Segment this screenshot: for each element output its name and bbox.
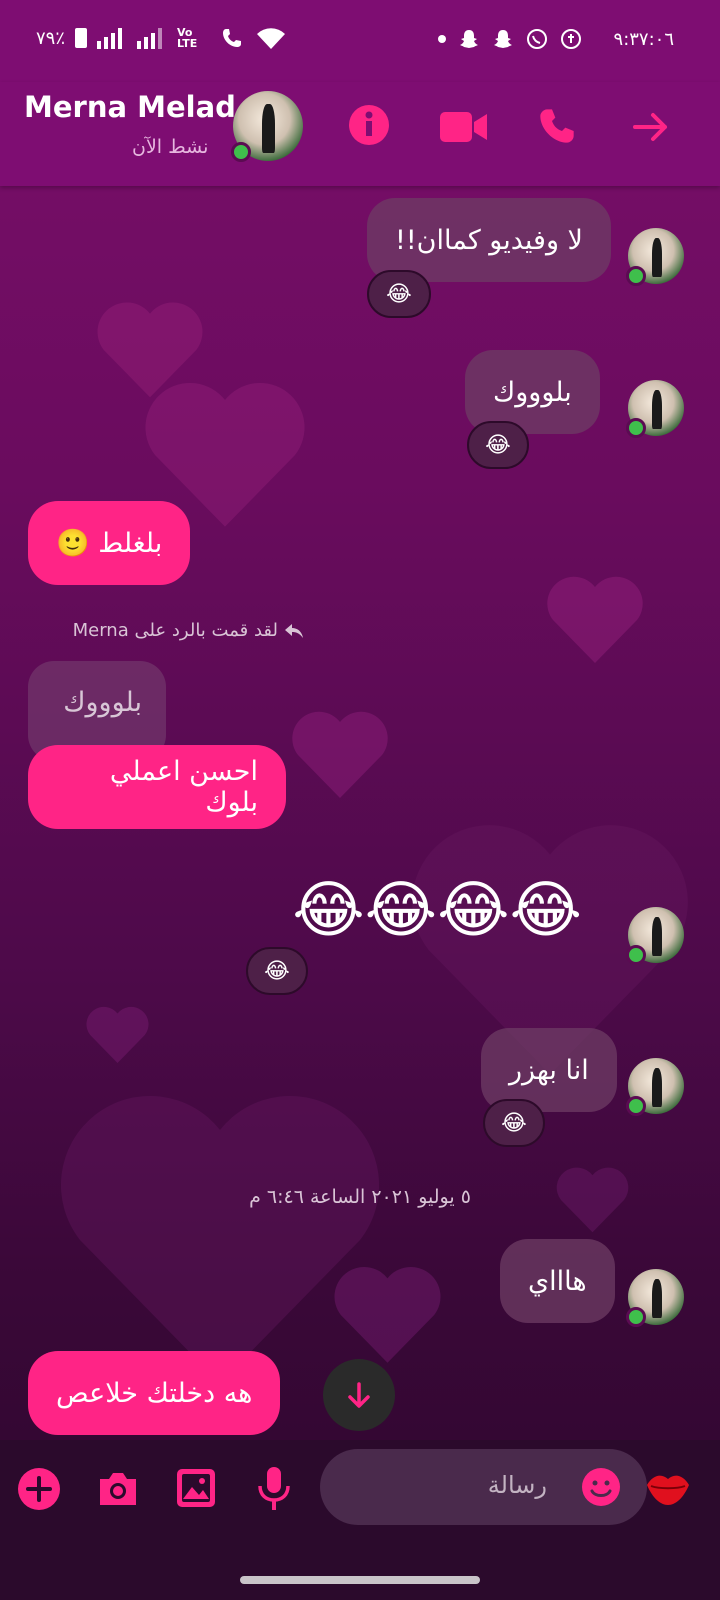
camera-icon[interactable] — [96, 1469, 140, 1509]
scroll-down-button[interactable] — [323, 1359, 395, 1431]
reply-meta-text: لقد قمت بالرد على Merna — [72, 620, 278, 641]
video-call-icon[interactable] — [440, 110, 488, 144]
status-right: ٩:٣٧:٠٦ — [437, 28, 674, 50]
volte-icon: Vo LTE — [177, 26, 198, 50]
message-bubble-sent[interactable]: احسن اعملي بلوك — [28, 745, 286, 829]
background-heart — [86, 1006, 149, 1063]
microphone-icon[interactable] — [257, 1466, 291, 1512]
reaction-badge[interactable]: 😂 — [467, 421, 529, 469]
message-text: هه دخلتك خلاعص — [56, 1377, 253, 1409]
quoted-text: بلوووك — [63, 687, 142, 718]
status-bar: ٧٩٪ Vo LTE ٩:٣٧:٠٦ — [0, 0, 720, 82]
message-text: بلغلط 🙂 — [56, 528, 163, 559]
message-text: بلوووك — [493, 376, 572, 408]
message-input-placeholder: رسالة — [487, 1471, 547, 1499]
whatsapp-business-icon — [560, 29, 581, 49]
wifi-icon — [257, 28, 286, 49]
reaction-badge[interactable]: 😂 — [367, 270, 431, 318]
emoji-icon[interactable] — [581, 1467, 621, 1507]
message-text: احسن اعملي بلوك — [109, 756, 258, 818]
message-text: انا بهزر — [509, 1054, 589, 1086]
snapchat-icon-2 — [493, 30, 512, 48]
contact-name[interactable]: Merna Melad — [24, 90, 236, 124]
snapchat-icon — [459, 30, 478, 48]
signal-icon-2 — [137, 28, 163, 49]
message-text: لا وفيديو كماان!! — [395, 224, 583, 256]
online-indicator — [626, 418, 646, 438]
gallery-icon[interactable] — [176, 1468, 216, 1508]
reaction-badge[interactable]: 😂 — [483, 1099, 545, 1147]
message-input[interactable]: رسالة — [320, 1449, 647, 1525]
message-bubble-sent[interactable]: بلغلط 🙂 — [28, 501, 191, 585]
online-indicator — [626, 1307, 646, 1327]
message-bubble-sent[interactable]: هه دخلتك خلاعص — [28, 1351, 281, 1435]
reaction-badge[interactable]: 😂 — [246, 947, 308, 995]
reply-icon — [285, 623, 303, 638]
online-indicator — [626, 1096, 646, 1116]
reply-indicator: لقد قمت بالرد على Merna — [52, 620, 304, 641]
reaction-emoji: 😂 — [501, 1110, 527, 1136]
status-left: ٧٩٪ Vo LTE — [36, 26, 287, 50]
background-heart — [334, 1266, 441, 1363]
dot-icon — [437, 35, 446, 43]
chat-header: Merna Melad نشط الآن — [0, 82, 720, 186]
clock: ٩:٣٧:٠٦ — [613, 28, 674, 50]
signal-icon — [97, 28, 123, 49]
reaction-emoji: 😂 — [386, 281, 412, 307]
plus-icon[interactable] — [17, 1467, 61, 1511]
wifi-call-icon — [223, 29, 242, 47]
background-heart — [547, 576, 643, 663]
battery-percent: ٧٩٪ — [36, 27, 66, 49]
message-bubble-received[interactable]: هاااي — [500, 1239, 615, 1323]
forward-arrow-icon[interactable] — [632, 108, 670, 146]
online-indicator — [626, 266, 646, 286]
message-text: هاااي — [528, 1265, 587, 1297]
background-heart — [292, 711, 388, 798]
online-indicator — [626, 945, 646, 965]
emoji-message[interactable]: 😂😂😂😂 — [268, 868, 582, 952]
phone-icon[interactable] — [537, 106, 577, 146]
date-separator: ٥ يوليو ٢٠٢١ الساعة ٦:٤٦ م — [249, 1186, 471, 1208]
reaction-emoji: 😂 — [485, 432, 511, 458]
active-status: نشط الآن — [132, 136, 209, 158]
battery-icon — [75, 28, 88, 48]
whatsapp-icon — [526, 29, 547, 49]
reaction-emoji: 😂 — [264, 958, 290, 984]
home-indicator[interactable] — [240, 1576, 480, 1584]
scroll-down-icon — [348, 1382, 370, 1408]
info-icon[interactable] — [348, 104, 390, 146]
kiss-icon[interactable] — [645, 1469, 691, 1507]
background-heart — [556, 1167, 629, 1233]
online-indicator — [231, 142, 251, 162]
